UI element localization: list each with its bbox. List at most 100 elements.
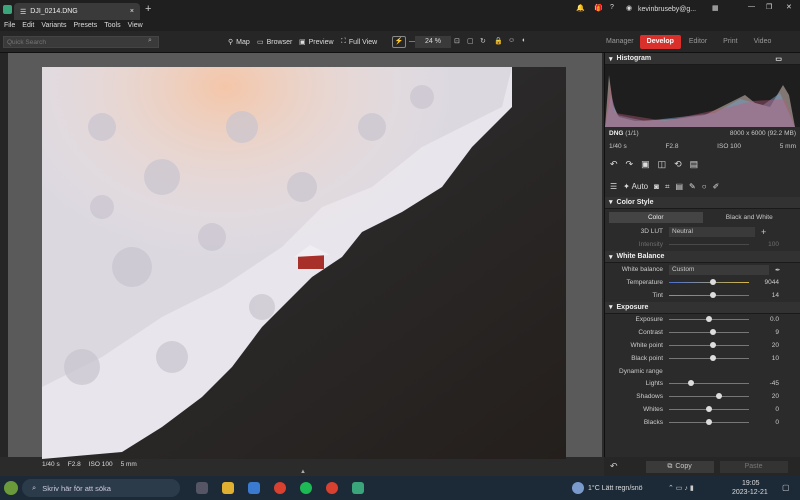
lights-knob[interactable]: [688, 380, 695, 387]
circle-icon[interactable]: ○: [702, 182, 707, 191]
undo-step-icon[interactable]: ↶: [610, 461, 618, 472]
copy-button[interactable]: ⧉ Copy: [645, 460, 714, 473]
lock-icon[interactable]: 🔒: [494, 37, 503, 45]
undo-icon[interactable]: ↶: [610, 159, 618, 170]
weather-icon[interactable]: [572, 482, 584, 494]
reset-icon[interactable]: ⟲: [674, 159, 682, 170]
clock-time[interactable]: 19:05: [742, 480, 760, 487]
compare-button[interactable]: ⚡: [392, 36, 406, 48]
whites-slider[interactable]: [669, 406, 749, 413]
document-tab[interactable]: ☰ DJI_0214.DNG ×: [14, 3, 140, 20]
brush-icon[interactable]: ✎: [689, 182, 696, 191]
clock-date[interactable]: 2023-12-21: [732, 489, 768, 496]
lights-slider[interactable]: [669, 380, 749, 387]
photo-preview[interactable]: [42, 67, 566, 459]
overlay-icon[interactable]: ◐: [522, 37, 526, 44]
zoom-100-icon[interactable]: ▢: [467, 37, 474, 45]
map-button[interactable]: ⚲ Map: [228, 38, 250, 47]
taskbar-search[interactable]: ⌕ Skriv här för att söka: [22, 479, 180, 497]
menu-presets[interactable]: Presets: [74, 22, 98, 29]
temperature-slider[interactable]: [669, 278, 749, 285]
menu-view[interactable]: View: [128, 22, 143, 29]
menu-tools[interactable]: Tools: [104, 22, 120, 29]
weather-text[interactable]: 1°C Lätt regn/snö: [588, 485, 643, 492]
fit-icon[interactable]: ⊡: [454, 37, 460, 45]
zoom-field[interactable]: 24 %: [415, 36, 451, 48]
blacks-slider[interactable]: [669, 418, 749, 425]
layout-icon[interactable]: ▦: [712, 4, 719, 12]
bw-tab[interactable]: Black and White: [703, 212, 797, 223]
add-icon[interactable]: +: [761, 227, 766, 237]
exposure-header[interactable]: ▾ Exposure: [605, 301, 800, 314]
color-tab[interactable]: Color: [609, 211, 703, 223]
shadows-knob[interactable]: [715, 393, 722, 400]
black-point-knob[interactable]: [710, 354, 716, 361]
tab-editor[interactable]: Editor: [681, 35, 715, 49]
tab-develop[interactable]: Develop: [639, 35, 681, 49]
contrast-slider[interactable]: [669, 329, 749, 336]
minimize-icon[interactable]: —: [748, 3, 755, 10]
rotate-icon[interactable]: ↻: [480, 37, 486, 45]
maximize-icon[interactable]: ❐: [766, 3, 772, 11]
tray-icons[interactable]: ⌃ ▭ ♪ ▮: [668, 484, 694, 492]
crop-icon[interactable]: ◫: [658, 159, 667, 170]
full-view-button[interactable]: ⛶ Full View: [341, 38, 377, 46]
exposure-slider[interactable]: [669, 316, 749, 323]
menu-file[interactable]: File: [4, 22, 15, 29]
tab-print[interactable]: Print: [715, 35, 745, 49]
layers-icon[interactable]: ▤: [675, 182, 683, 191]
tint-slider[interactable]: [669, 291, 749, 298]
white-point-knob[interactable]: [710, 342, 716, 349]
menu-edit[interactable]: Edit: [22, 22, 34, 29]
store-icon[interactable]: [248, 482, 260, 494]
eyedropper-icon[interactable]: ✒: [775, 266, 780, 274]
close-icon[interactable]: ×: [130, 8, 134, 15]
white-balance-header[interactable]: ▾ White Balance: [605, 251, 800, 264]
histogram-header[interactable]: ▾ Histogram ▭: [605, 53, 800, 65]
start-icon[interactable]: [4, 481, 18, 495]
gift-icon[interactable]: 🎁: [594, 4, 603, 12]
white-point-slider[interactable]: [669, 342, 749, 349]
tint-knob[interactable]: [710, 291, 716, 298]
chrome-icon-2[interactable]: [326, 482, 338, 494]
whites-knob[interactable]: [706, 406, 712, 413]
new-tab-button[interactable]: +: [145, 3, 151, 15]
contrast-knob[interactable]: [710, 329, 716, 336]
blacks-knob[interactable]: [706, 418, 712, 425]
menu-variants[interactable]: Variants: [41, 22, 66, 29]
wb-select[interactable]: Custom: [669, 264, 769, 275]
notification-icon[interactable]: 🔔: [576, 4, 585, 12]
collapse-up-icon[interactable]: ▲: [300, 469, 306, 475]
left-collapse-bar[interactable]: [0, 53, 8, 457]
pen-icon[interactable]: ✐: [713, 182, 720, 191]
exposure-knob[interactable]: [706, 316, 712, 323]
redo-icon[interactable]: ↷: [626, 159, 634, 170]
color-style-header[interactable]: ▾ Color Style: [605, 196, 800, 209]
question-icon[interactable]: ?: [610, 4, 614, 11]
notification-center-icon[interactable]: ▢: [782, 483, 790, 492]
temperature-knob[interactable]: [710, 278, 716, 285]
quick-search-input[interactable]: [3, 36, 159, 48]
tab-video[interactable]: Video: [746, 35, 780, 49]
auto-button[interactable]: ✦ Auto: [623, 182, 648, 191]
user-icon[interactable]: ◉: [626, 4, 632, 12]
crop-tool-icon[interactable]: ⌗: [665, 182, 670, 192]
shadows-slider[interactable]: [669, 393, 749, 400]
window-close-icon[interactable]: ✕: [786, 3, 792, 11]
tab-manager[interactable]: Manager: [600, 35, 640, 49]
file-explorer-icon[interactable]: [222, 482, 234, 494]
zoner-icon[interactable]: [352, 482, 364, 494]
histogram-settings-icon[interactable]: ▭: [775, 55, 782, 63]
task-view-icon[interactable]: [196, 482, 208, 494]
camera-icon[interactable]: ◙: [654, 182, 659, 191]
paste-button[interactable]: Paste: [719, 460, 788, 473]
spotify-icon[interactable]: [300, 482, 312, 494]
adjust-icon[interactable]: ☰: [610, 182, 617, 191]
save-icon[interactable]: ▤: [690, 159, 699, 170]
user-email[interactable]: kevinbruseby@g...: [638, 6, 696, 13]
intensity-slider[interactable]: [669, 244, 749, 246]
face-icon[interactable]: ☺: [508, 37, 515, 44]
lut-select[interactable]: Neutral: [669, 226, 755, 237]
browser-button[interactable]: ▭ Browser: [257, 38, 292, 47]
chrome-icon[interactable]: [274, 482, 286, 494]
